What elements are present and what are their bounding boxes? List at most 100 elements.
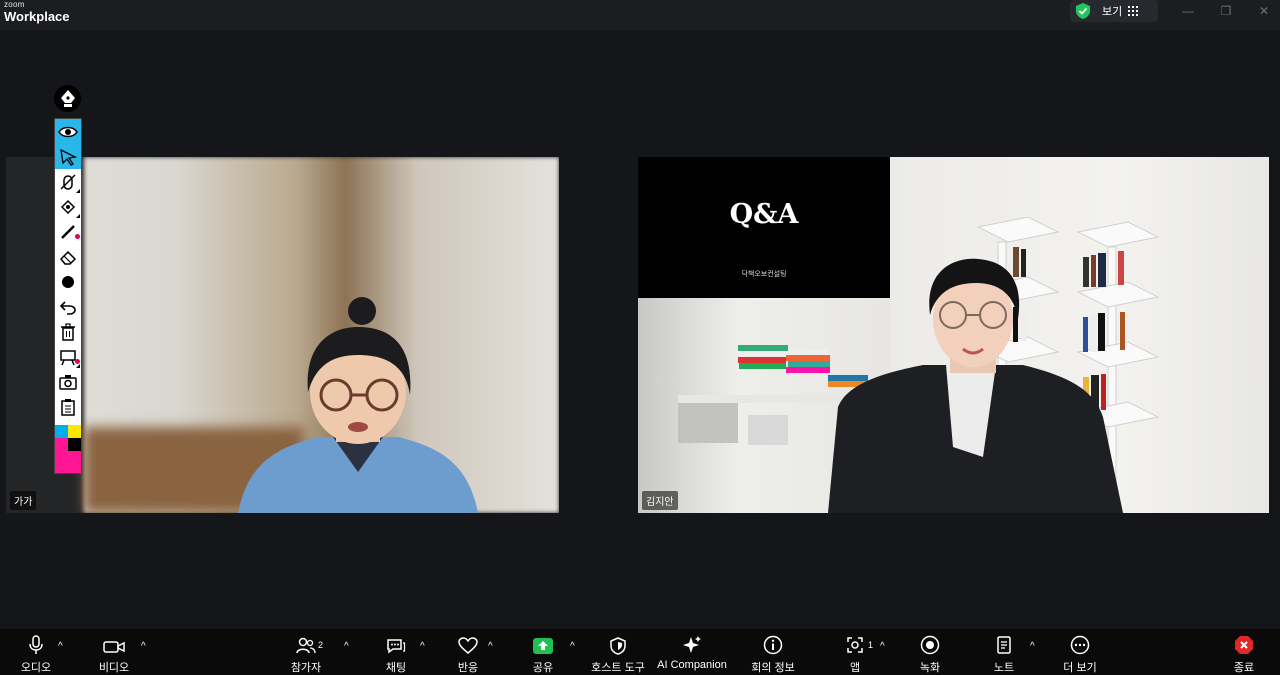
- pen-nib-icon: [60, 89, 75, 107]
- participants-options-caret[interactable]: ^: [344, 641, 349, 652]
- audio-button[interactable]: 오디오: [14, 629, 58, 675]
- video-button[interactable]: 비디오: [92, 629, 136, 675]
- dot-icon: [62, 275, 74, 288]
- whiteboard-tool[interactable]: [55, 344, 81, 369]
- camera-tool[interactable]: [55, 369, 81, 394]
- notes-tool[interactable]: [55, 394, 81, 419]
- undo-tool[interactable]: [55, 294, 81, 319]
- chat-button[interactable]: 채팅: [376, 629, 416, 675]
- submenu-indicator: [76, 364, 80, 368]
- color-tool[interactable]: [55, 269, 81, 294]
- view-button[interactable]: 보기: [1070, 0, 1158, 22]
- participant-video-image: [828, 258, 1123, 513]
- host-tools-label: 호스트 도구: [591, 662, 645, 674]
- apps-button[interactable]: 앱: [840, 629, 870, 675]
- end-meeting-button[interactable]: 종료: [1222, 629, 1266, 675]
- logo-big-text: Workplace: [4, 9, 70, 24]
- record-label: 녹화: [919, 662, 941, 674]
- color-indicator: [75, 234, 80, 239]
- shield-icon: [610, 637, 626, 655]
- chat-options-caret[interactable]: ^: [420, 641, 425, 652]
- participants-label: 참가자: [290, 662, 322, 674]
- submenu-indicator: [76, 189, 80, 193]
- clear-tool[interactable]: [55, 319, 81, 344]
- video-tile-participant-1[interactable]: 가가: [6, 157, 559, 513]
- pen-icon: [61, 224, 75, 239]
- view-label: 보기: [1102, 6, 1123, 18]
- minimize-button[interactable]: —: [1180, 4, 1196, 18]
- share-options-caret[interactable]: ^: [570, 641, 575, 652]
- security-shield-icon: [1076, 3, 1090, 19]
- spotlight-tool[interactable]: [55, 119, 81, 144]
- reactions-label: 반응: [457, 662, 479, 674]
- mouse-tool[interactable]: [55, 169, 81, 194]
- stamp-tool[interactable]: [55, 194, 81, 219]
- zoom-logo: zoom Workplace: [4, 0, 70, 24]
- reactions-options-caret[interactable]: ^: [488, 641, 493, 652]
- participants-count: 2: [318, 640, 324, 650]
- meeting-controls-bar: 오디오 ^ 비디오 ^ 참가자 2 ^ 채팅 ^ 반응 ^ 공유 ^ 호스트 도…: [0, 629, 1280, 675]
- end-meeting-icon: [1235, 636, 1253, 654]
- arrow-pointer-icon: [60, 148, 77, 166]
- sparkle-icon: [683, 636, 701, 653]
- ai-companion-button[interactable]: AI Companion: [656, 629, 728, 675]
- undo-icon: [59, 300, 76, 315]
- color-swatch[interactable]: [55, 425, 81, 473]
- close-window-button[interactable]: ✕: [1256, 4, 1272, 18]
- no-mouse-icon: [60, 173, 76, 190]
- participants-button[interactable]: 참가자: [284, 629, 328, 675]
- reactions-button[interactable]: 반응: [448, 629, 488, 675]
- meeting-info-label: 회의 정보: [751, 662, 795, 674]
- apps-icon: [847, 637, 863, 653]
- logo-small-text: zoom: [4, 0, 25, 9]
- eraser-icon: [59, 250, 77, 265]
- participant-name-tag: 가가: [10, 491, 37, 510]
- chat-label: 채팅: [385, 662, 407, 674]
- notes-options-caret[interactable]: ^: [1030, 641, 1035, 652]
- audio-label: 오디오: [20, 662, 52, 674]
- microphone-icon: [29, 635, 43, 654]
- pen-tool[interactable]: [55, 219, 81, 244]
- participant-name-tag: 김지안: [642, 491, 678, 510]
- notes-label: 노트: [993, 662, 1015, 674]
- record-icon: [920, 635, 940, 655]
- clipboard-icon: [61, 398, 75, 416]
- title-bar: zoom Workplace 보기 — ❐ ✕: [0, 0, 1280, 30]
- apps-options-caret[interactable]: ^: [880, 641, 885, 652]
- camera-icon: [59, 374, 77, 390]
- grid-icon: [1128, 6, 1139, 16]
- slide-title: Q&A: [729, 199, 799, 230]
- meeting-info-button[interactable]: 회의 정보: [748, 629, 798, 675]
- end-label: 종료: [1233, 662, 1255, 674]
- notes-button[interactable]: 노트: [984, 629, 1024, 675]
- more-label: 더 보기: [1063, 662, 1097, 674]
- stamp-icon: [60, 199, 76, 214]
- annotation-toolbar: [54, 118, 82, 474]
- record-button[interactable]: 녹화: [910, 629, 950, 675]
- notes-icon: [997, 636, 1011, 654]
- select-tool[interactable]: [55, 144, 81, 169]
- video-label: 비디오: [98, 662, 130, 674]
- trash-icon: [61, 322, 75, 341]
- video-options-caret[interactable]: ^: [141, 641, 146, 652]
- eraser-tool[interactable]: [55, 244, 81, 269]
- easel-icon: [60, 349, 76, 365]
- annotation-drag-handle[interactable]: [54, 85, 81, 112]
- submenu-indicator: [76, 214, 80, 218]
- apps-label: 앱: [849, 662, 861, 674]
- more-icon: [1070, 635, 1090, 655]
- share-label: 공유: [532, 662, 554, 674]
- restore-button[interactable]: ❐: [1218, 4, 1234, 18]
- video-camera-icon: [103, 641, 125, 653]
- share-button[interactable]: 공유: [523, 629, 563, 675]
- chat-icon: [387, 639, 406, 654]
- heart-icon: [458, 637, 478, 654]
- host-tools-button[interactable]: 호스트 도구: [588, 629, 648, 675]
- info-icon: [763, 635, 783, 655]
- share-screen-icon: [533, 638, 553, 654]
- video-tile-participant-2[interactable]: Q&A 닥책오보컨설팅 김지안: [638, 157, 1269, 513]
- more-button[interactable]: 더 보기: [1058, 629, 1102, 675]
- audio-options-caret[interactable]: ^: [58, 641, 63, 652]
- ai-companion-label: AI Companion: [657, 659, 727, 671]
- participant-video-image: [238, 297, 478, 513]
